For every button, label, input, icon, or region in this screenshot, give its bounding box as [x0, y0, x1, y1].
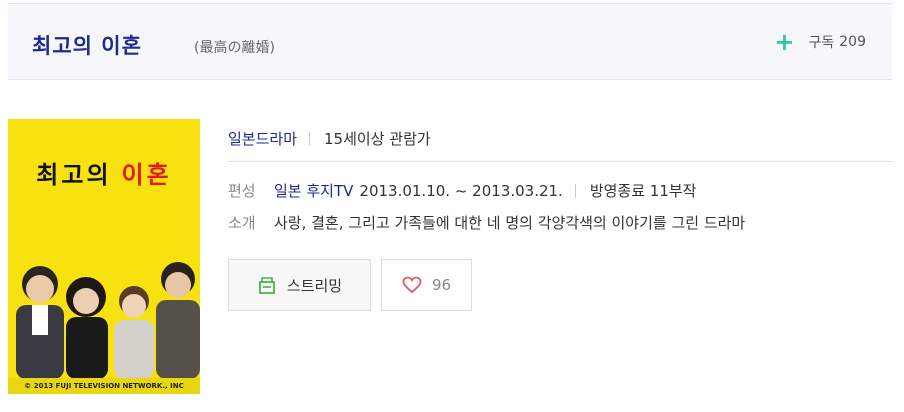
broadcaster-link[interactable]: 일본 후지TV	[274, 180, 353, 201]
stream-icon	[258, 277, 275, 294]
subscribe-label: 구독	[808, 35, 835, 51]
synopsis-label: 소개	[228, 214, 256, 232]
poster-image[interactable]: 최고의 이혼 © 2013 FUJI TELEVISION NETWORK., I…	[8, 119, 200, 394]
page-title: 최고의 이혼	[32, 34, 142, 58]
genre-link[interactable]: 일본드라마	[228, 128, 297, 149]
plus-icon: +	[774, 28, 795, 56]
header-bar: 최고의 이혼 (最高の離婚) + 구독 209	[8, 3, 892, 80]
streaming-label: 스트리밍	[286, 276, 343, 295]
schedule-label: 편성	[228, 182, 256, 200]
date-range: 2013.01.10. ~ 2013.03.21.	[359, 181, 563, 200]
age-rating: 15세이상 관람가	[324, 130, 431, 148]
like-button[interactable]: 96	[381, 259, 472, 311]
streaming-button[interactable]: 스트리밍	[228, 259, 371, 311]
genre-row: 일본드라마 15세이상 관람가	[228, 128, 431, 149]
divider	[574, 183, 576, 198]
poster-cast-illustration	[16, 262, 200, 379]
synopsis-text: 사랑, 결혼, 그리고 가족들에 대한 네 명의 각양각색의 이야기를 그린 드…	[274, 214, 746, 232]
schedule-row: 편성 일본 후지TV 2013.01.10. ~ 2013.03.21. 방영종…	[228, 180, 696, 201]
heart-icon	[402, 276, 422, 294]
divider	[309, 131, 311, 146]
broadcast-status: 방영종료 11부작	[589, 182, 697, 200]
subscribe-count: 209	[839, 34, 866, 50]
poster-copyright: © 2013 FUJI TELEVISION NETWORK., INC	[8, 378, 200, 394]
subscribe-button[interactable]: + 구독 209	[774, 28, 866, 56]
separator-line	[228, 161, 894, 162]
synopsis-row: 소개 사랑, 결혼, 그리고 가족들에 대한 네 명의 각양각색의 이야기를 그…	[228, 212, 745, 233]
like-count: 96	[431, 276, 452, 294]
original-title: (最高の離婚)	[194, 40, 275, 56]
